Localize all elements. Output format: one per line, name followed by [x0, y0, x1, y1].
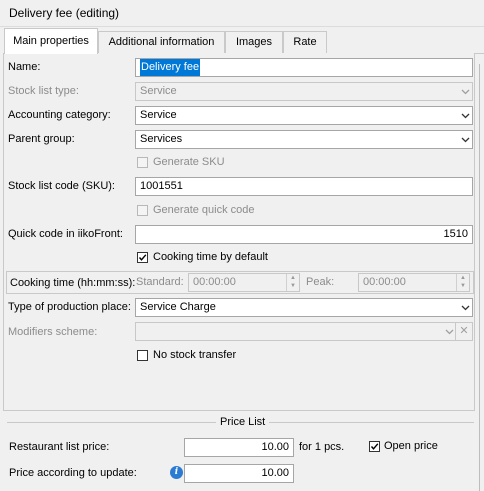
cooking-time-label: Cooking time (hh:mm:ss):	[10, 277, 136, 289]
tab-main-properties[interactable]: Main properties	[4, 28, 98, 54]
generate-sku-label: Generate SKU	[153, 156, 225, 168]
update-price-input[interactable]: 10.00	[184, 464, 294, 483]
modifiers-scheme-select: ✕	[135, 322, 473, 341]
price-list-title: Price List	[216, 416, 270, 428]
quick-code-label: Quick code in iikoFront:	[8, 228, 123, 240]
spin-up-icon: ▲	[290, 275, 296, 281]
chevron-down-icon[interactable]	[458, 131, 472, 148]
generate-sku-checkbox	[137, 157, 148, 168]
cooking-peak-value: 00:00:00	[363, 276, 406, 288]
window-edge	[479, 64, 480, 491]
parent-group-label: Parent group:	[8, 133, 75, 145]
restaurant-price-label: Restaurant list price:	[9, 441, 110, 453]
production-place-value: Service Charge	[140, 301, 216, 313]
restaurant-price-input[interactable]: 10.00	[184, 438, 294, 457]
chevron-down-icon[interactable]	[458, 107, 472, 124]
title-separator	[0, 26, 484, 27]
chevron-down-icon	[458, 83, 472, 100]
tab-images[interactable]: Images	[225, 31, 283, 53]
modifiers-scheme-label: Modifiers scheme:	[8, 326, 98, 338]
restaurant-price-value: 10.00	[261, 441, 289, 453]
open-price-label: Open price	[384, 440, 438, 452]
quick-code-value: 1510	[443, 228, 468, 240]
spin-buttons: ▲ ▼	[456, 274, 469, 291]
check-icon	[138, 254, 147, 261]
cooking-time-default-checkbox[interactable]	[137, 252, 148, 263]
accounting-category-value: Service	[140, 109, 177, 121]
spin-buttons: ▲ ▼	[286, 274, 299, 291]
cooking-standard-value: 00:00:00	[193, 276, 236, 288]
sku-input[interactable]: 1001551	[135, 177, 473, 196]
tab-additional-information[interactable]: Additional information	[98, 31, 225, 53]
sku-value: 1001551	[140, 180, 183, 192]
no-stock-transfer-label: No stock transfer	[153, 349, 237, 361]
spin-down-icon: ▼	[460, 283, 466, 289]
stock-list-type-label: Stock list type:	[8, 85, 79, 97]
tab-rate[interactable]: Rate	[283, 31, 327, 53]
name-input[interactable]: Delivery fee	[135, 58, 473, 77]
per-unit-label: for 1 pcs.	[299, 441, 345, 453]
parent-group-value: Services	[140, 133, 183, 145]
update-price-value: 10.00	[261, 467, 289, 479]
quick-code-input[interactable]: 1510	[135, 225, 473, 244]
update-price-label: Price according to update:	[9, 467, 137, 479]
open-price-checkbox[interactable]	[369, 441, 380, 452]
name-value: Delivery fee	[140, 59, 201, 76]
production-place-select[interactable]: Service Charge	[135, 298, 473, 317]
cooking-standard-input: 00:00:00 ▲ ▼	[188, 273, 300, 292]
check-icon	[370, 443, 379, 450]
chevron-down-icon[interactable]	[458, 299, 472, 316]
accounting-category-label: Accounting category:	[8, 109, 111, 121]
accounting-category-select[interactable]: Service	[135, 106, 473, 125]
spin-down-icon: ▼	[290, 283, 296, 289]
name-label: Name:	[8, 61, 41, 73]
parent-group-select[interactable]: Services	[135, 130, 473, 149]
stock-list-type-select: Service	[135, 82, 473, 101]
no-stock-transfer-checkbox[interactable]	[137, 350, 148, 361]
generate-quick-code-checkbox	[137, 205, 148, 216]
cooking-time-default-label: Cooking time by default	[153, 251, 268, 263]
cooking-peak-label: Peak:	[306, 276, 335, 288]
info-icon[interactable]: i	[170, 466, 183, 479]
chevron-down-icon	[442, 323, 456, 340]
stock-list-type-value: Service	[140, 85, 177, 97]
spin-up-icon: ▲	[460, 275, 466, 281]
cooking-peak-input: 00:00:00 ▲ ▼	[358, 273, 470, 292]
window-title: Delivery fee (editing)	[9, 6, 120, 20]
production-place-label: Type of production place:	[8, 301, 131, 313]
clear-icon: ✕	[455, 323, 472, 340]
cooking-standard-label: Standard:	[136, 276, 184, 288]
sku-label: Stock list code (SKU):	[8, 180, 115, 192]
generate-quick-code-label: Generate quick code	[153, 204, 255, 216]
